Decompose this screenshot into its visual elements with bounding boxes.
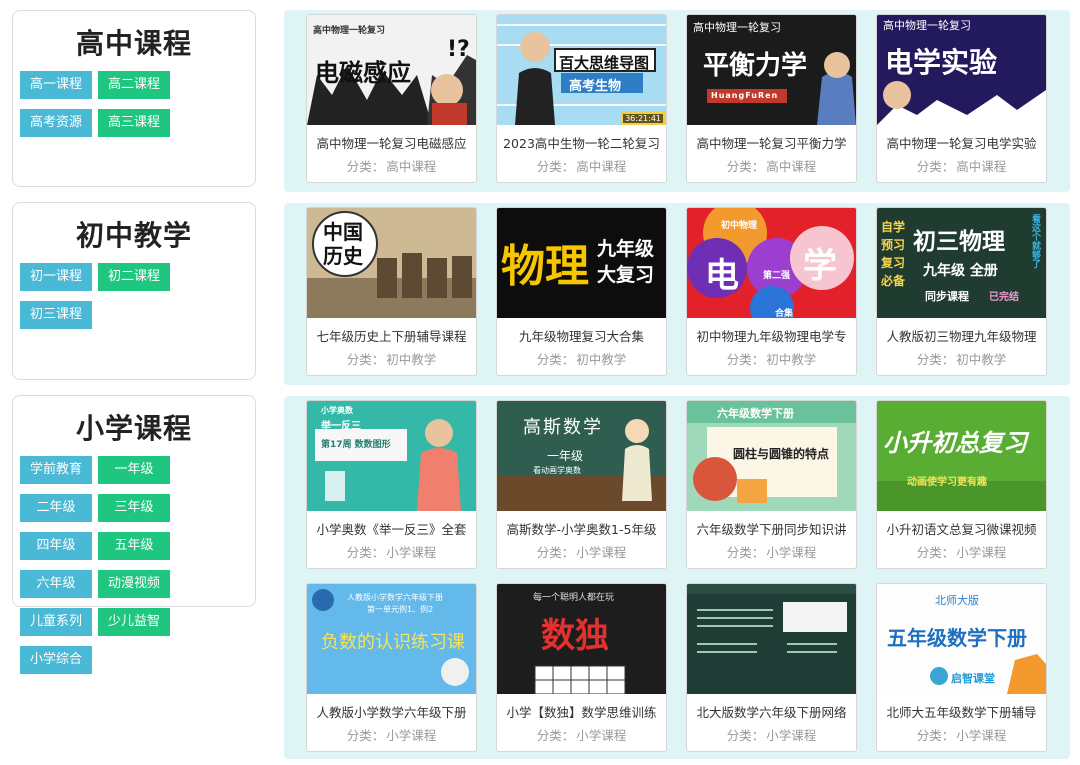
course-card[interactable]: 六年级数学下册 圆柱与圆锥的特点 六年级数学下册同步知识讲 分类： 小学课程: [686, 400, 857, 569]
category-box-high-school: 高中课程 高一课程 高二课程 高考资源 高三课程: [12, 10, 256, 187]
course-card[interactable]: 高中物理一轮复习 电磁感应 !? 高中物理一轮复习电磁感应 分类： 高中课程: [306, 14, 477, 183]
course-category: 分类： 初中教学: [916, 352, 1007, 367]
tag-grade-10[interactable]: 高一课程: [20, 71, 93, 99]
tag-grade-11[interactable]: 高二课程: [98, 71, 171, 99]
category-title: 高中课程: [75, 27, 192, 60]
course-thumbnail: 每一个聪明人都在玩 数独: [497, 584, 666, 694]
course-card[interactable]: 小学奥数 举一反三 第17周 数数图形 小学奥数《举一反三》全套 分类： 小学课程: [306, 400, 477, 569]
course-panel-middle-school: 中国 历史 七年级历史上下册辅导课程 分类： 初中教学 物理 九年级 大复习 九年…: [284, 203, 1070, 385]
course-category: 分类： 初中教学: [536, 352, 627, 367]
course-title: 高中物理一轮复习平衡力学: [696, 136, 847, 151]
course-title: 2023高中生物一轮二轮复习: [503, 136, 660, 151]
tag-gaokao-resources[interactable]: 高考资源: [20, 109, 93, 137]
course-card[interactable]: 中国 历史 七年级历史上下册辅导课程 分类： 初中教学: [306, 207, 477, 376]
course-thumbnail: 北师大版 五年级数学下册 启智课堂: [877, 584, 1046, 694]
course-thumbnail: 中国 历史: [307, 208, 476, 318]
category-title: 初中教学: [75, 219, 192, 252]
tag-grade-1[interactable]: 一年级: [98, 456, 170, 484]
tag-grade-6[interactable]: 六年级: [20, 570, 92, 598]
course-thumbnail: 小学奥数 举一反三 第17周 数数图形: [307, 401, 476, 511]
course-panel-primary-school: 小学奥数 举一反三 第17周 数数图形 小学奥数《举一反三》全套 分类： 小学课程…: [284, 396, 1070, 759]
course-card[interactable]: 北师大版 五年级数学下册 启智课堂 北师大五年级数学下册辅导 分类： 小学课程: [876, 583, 1047, 752]
course-title: 初中物理九年级物理电学专: [696, 329, 847, 344]
course-category: 分类： 高中课程: [726, 159, 817, 174]
course-category: 分类： 小学课程: [726, 728, 817, 743]
course-card[interactable]: 百大思维导图 高考生物 36:21:41 2023高中生物一轮二轮复习 分类：高…: [496, 14, 667, 183]
course-category: 分类： 初中教学: [346, 352, 437, 367]
course-thumbnail: 小升初总复习 动画使学习更有趣: [877, 401, 1046, 511]
course-category: 分类： 初中教学: [726, 352, 817, 367]
tag-kids-series[interactable]: 儿童系列: [20, 608, 92, 636]
course-card[interactable]: 北大版数学六年级下册网络 分类： 小学课程: [686, 583, 857, 752]
course-thumbnail: 高斯数学 一年级 看动画学奥数: [497, 401, 666, 511]
category-box-primary-school: 小学课程 学前教育 一年级 二年级 三年级 四年级 五年级 六年级 动漫视频 儿…: [12, 395, 256, 674]
course-thumbnail: 初中物理 电 学 第二强 合集: [687, 208, 856, 318]
course-title: 六年级数学下册同步知识讲: [696, 522, 847, 537]
course-card[interactable]: 每一个聪明人都在玩 数独 小学【数独】数学思维训练 分类： 小学课程: [496, 583, 667, 752]
course-thumbnail: 高中物理一轮复习 电磁感应 !?: [307, 15, 476, 125]
course-card[interactable]: 小升初总复习 动画使学习更有趣 小升初语文总复习微课视频 分类： 小学课程: [876, 400, 1047, 569]
course-title: 小学奥数《举一反三》全套: [316, 522, 467, 537]
course-thumbnail: 自学 预习 复习 必备 初三物理 九年级 全册 同步课程 已完结 看这个就够了: [877, 208, 1046, 318]
course-category: 分类： 小学课程: [346, 545, 437, 560]
course-card[interactable]: 高中物理一轮复习 平衡力学 HuangFuRen 高中物理一轮复习平衡力学 分类…: [686, 14, 857, 183]
course-card[interactable]: 高中物理一轮复习 电学实验 高中物理一轮复习电学实验 分类： 高中课程: [876, 14, 1047, 183]
course-title: 人教版小学数学六年级下册: [316, 705, 467, 720]
tag-grade-2[interactable]: 二年级: [20, 494, 92, 522]
course-category: 分类： 高中课程: [536, 159, 627, 174]
course-category: 分类： 高中课程: [916, 159, 1007, 174]
course-category: 分类： 小学课程: [726, 545, 817, 560]
course-thumbnail: 百大思维导图 高考生物 36:21:41: [497, 15, 666, 125]
course-thumbnail: 六年级数学下册 圆柱与圆锥的特点: [687, 401, 856, 511]
tag-list: 高一课程 高二课程 高考资源 高三课程: [19, 71, 249, 147]
course-title: 高斯数学-小学奥数1-5年级: [506, 522, 657, 537]
course-title: 人教版初三物理九年级物理: [886, 329, 1037, 344]
course-category: 分类： 小学课程: [916, 728, 1007, 743]
course-thumbnail: [687, 584, 856, 694]
course-title: 小升初语文总复习微课视频: [886, 522, 1037, 537]
tag-grade-3[interactable]: 三年级: [98, 494, 170, 522]
course-card[interactable]: 物理 九年级 大复习 九年级物理复习大合集 分类： 初中教学: [496, 207, 667, 376]
course-title: 北大版数学六年级下册网络: [696, 705, 847, 720]
tag-grade-9[interactable]: 初三课程: [20, 301, 93, 329]
course-thumbnail: 人教版小学数学六年级下册 第一单元例1、例2 负数的认识练习课: [307, 584, 476, 694]
course-title: 高中物理一轮复习电磁感应: [316, 136, 467, 151]
tag-grade-5[interactable]: 五年级: [98, 532, 170, 560]
course-card[interactable]: 高斯数学 一年级 看动画学奥数 高斯数学-小学奥数1-5年级 分类： 小学课程: [496, 400, 667, 569]
tag-kids-puzzle[interactable]: 少儿益智: [98, 608, 170, 636]
course-category: 分类： 小学课程: [536, 728, 627, 743]
tag-grade-12[interactable]: 高三课程: [98, 109, 171, 137]
tag-list: 初一课程 初二课程 初三课程: [19, 263, 249, 339]
tag-grade-4[interactable]: 四年级: [20, 532, 92, 560]
course-title: 九年级物理复习大合集: [518, 329, 644, 344]
category-title: 小学课程: [75, 412, 192, 445]
course-title: 小学【数独】数学思维训练: [506, 705, 657, 720]
tag-animation[interactable]: 动漫视频: [98, 570, 170, 598]
course-card[interactable]: 人教版小学数学六年级下册 第一单元例1、例2 负数的认识练习课 人教版小学数学六…: [306, 583, 477, 752]
course-panel-high-school: 高中物理一轮复习 电磁感应 !? 高中物理一轮复习电磁感应 分类： 高中课程 百…: [284, 10, 1070, 192]
course-category: 分类： 小学课程: [916, 545, 1007, 560]
course-card[interactable]: 自学 预习 复习 必备 初三物理 九年级 全册 同步课程 已完结 看这个就够了 …: [876, 207, 1047, 376]
tag-grade-8[interactable]: 初二课程: [98, 263, 171, 291]
course-card[interactable]: 初中物理 电 学 第二强 合集 初中物理九年级物理电学专 分类： 初中教学: [686, 207, 857, 376]
category-box-middle-school: 初中教学 初一课程 初二课程 初三课程: [12, 202, 256, 380]
course-thumbnail: 高中物理一轮复习 电学实验: [877, 15, 1046, 125]
course-title: 北师大五年级数学下册辅导: [886, 705, 1037, 720]
course-category: 分类： 小学课程: [536, 545, 627, 560]
course-thumbnail: 物理 九年级 大复习: [497, 208, 666, 318]
course-title: 七年级历史上下册辅导课程: [316, 329, 467, 344]
tag-primary-general[interactable]: 小学综合: [20, 646, 92, 674]
tag-preschool[interactable]: 学前教育: [20, 456, 92, 484]
course-category: 分类： 高中课程: [346, 159, 437, 174]
course-thumbnail: 高中物理一轮复习 平衡力学 HuangFuRen: [687, 15, 856, 125]
course-category: 分类： 小学课程: [346, 728, 437, 743]
course-title: 高中物理一轮复习电学实验: [886, 136, 1037, 151]
tag-grade-7[interactable]: 初一课程: [20, 263, 93, 291]
tag-list: 学前教育 一年级 二年级 三年级 四年级 五年级 六年级 动漫视频 儿童系列 少…: [19, 456, 249, 684]
